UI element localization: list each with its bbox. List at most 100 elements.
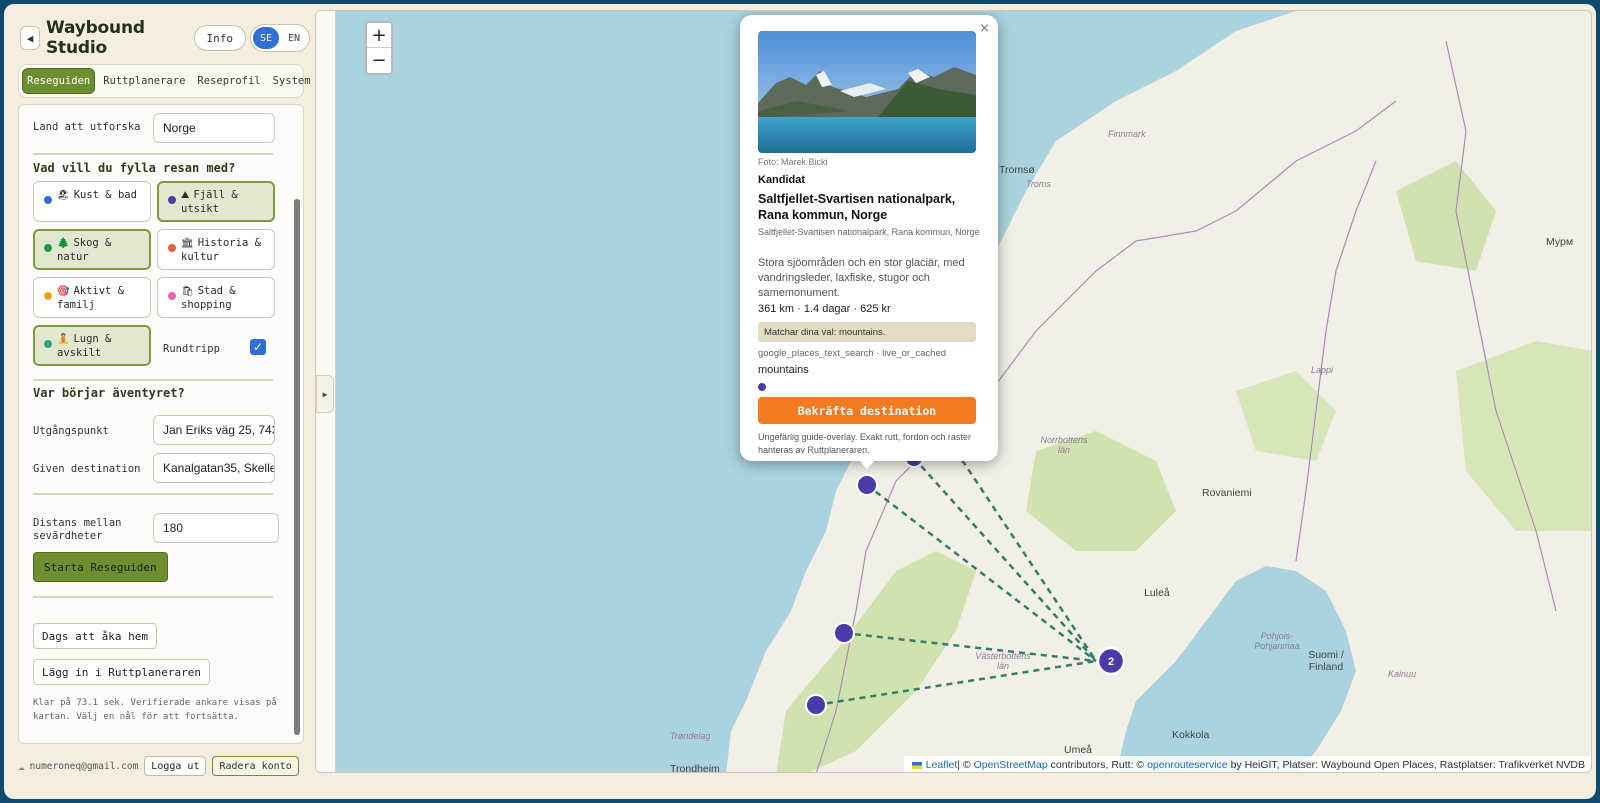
zoom-control: + − (365, 21, 393, 75)
sidebar: ◀ Waybound Studio Info SE EN Reseguiden … (14, 10, 318, 793)
zoom-out-button[interactable]: − (367, 48, 391, 73)
map-label-finnmark: Finnmark (1108, 129, 1146, 139)
interest-icon: 🧘 (57, 334, 70, 345)
country-input[interactable]: Norge (153, 113, 275, 143)
interest-chip[interactable]: 🧘 Lugn & avskilt (33, 325, 151, 366)
interest-chip[interactable]: 🛍 Stad & shopping (157, 277, 275, 318)
destination-popup: × Foto: Marek Bicki Kandidat Saltfjellet… (740, 15, 998, 469)
logout-button[interactable]: Logga ut (144, 756, 207, 776)
match-badge: Matchar dina val: mountains. (758, 322, 976, 342)
map-canvas[interactable]: 2 Finnmark Tromsø Troms Мурм Lappi Norrb… (336, 11, 1591, 773)
map-label-kokkola: Kokkola (1172, 729, 1210, 741)
tab-reseguiden[interactable]: Reseguiden (22, 68, 96, 94)
leaflet-link[interactable]: Leaflet (926, 759, 958, 771)
interest-chip[interactable]: 🏖 Kust & bad (33, 181, 151, 222)
map-label-tromso: Tromsø (999, 164, 1035, 176)
country-label: Land att utforska (33, 121, 141, 133)
map-label-lulea: Luleå (1144, 587, 1170, 599)
origin-row: Utgångspunkt (33, 425, 109, 437)
origin-input[interactable]: Jan Eriks väg 25, 743 (153, 415, 275, 445)
destination-photo (758, 31, 976, 153)
osm-link[interactable]: OpenStreetMap (974, 759, 1048, 771)
sidebar-header: ◀ Waybound Studio Info SE EN (14, 18, 310, 58)
lang-en-button[interactable]: EN (281, 27, 307, 49)
interest-icon: 🌲 (57, 238, 70, 249)
destination-description: Stora sjöområden och en stor glaciär, me… (758, 257, 965, 299)
start-guide-button[interactable]: Starta Reseguiden (33, 552, 168, 582)
interest-color-dot (168, 196, 176, 204)
tab-reseprofil[interactable]: Reseprofil (193, 68, 264, 94)
delete-account-button[interactable]: Radera konto (212, 756, 299, 776)
confirm-destination-button[interactable]: Bekräfta destination (758, 397, 976, 424)
interest-chip[interactable]: 🌲 Skog & natur (33, 229, 151, 270)
destination-input[interactable]: Kanalgatan35, Skellefteå (153, 453, 275, 483)
language-toggle: SE EN (250, 24, 310, 52)
destination-tag: mountains (758, 364, 809, 376)
interest-icon: 🏛 (181, 238, 194, 249)
map-label-rovaniemi: Rovaniemi (1202, 487, 1252, 499)
scrollbar-thumb[interactable] (294, 199, 300, 735)
data-source: google_places_text_search · live_or_cach… (758, 348, 947, 359)
map-marker-selected[interactable] (856, 474, 878, 496)
tab-system[interactable]: System (269, 68, 315, 94)
destination-row: Given destination (33, 463, 140, 475)
attribution-separator: | © (957, 759, 974, 771)
country-row: Land att utforska (33, 121, 140, 133)
interest-icon: 🛍 (181, 286, 194, 297)
roundtrip-label: Rundtripp (163, 343, 220, 355)
cluster-count: 2 (1108, 656, 1114, 668)
expand-panel-handle[interactable]: ▶ (316, 375, 334, 413)
interest-color-dot (44, 244, 52, 252)
interest-color-dot (44, 292, 52, 300)
map-label-trondelag: Trøndelag (670, 731, 711, 741)
distance-input[interactable]: 180 (153, 513, 279, 543)
map-label-trondheim: Trondheim (670, 763, 720, 773)
interest-label: Fjäll & utsikt (181, 189, 238, 215)
map-label-lappi: Lappi (1311, 365, 1334, 375)
interests-title: Vad vill du fylla resan med? (33, 161, 236, 175)
interest-color-dot (168, 292, 176, 300)
roundtrip-row: Rundtripp (163, 343, 220, 355)
zoom-in-button[interactable]: + (367, 23, 391, 48)
destination-label: Given destination (33, 463, 141, 475)
divider (33, 379, 273, 381)
attribution-text: by HeiGIT, Platser: Waybound Open Places… (1227, 759, 1585, 771)
interest-color-dot (168, 244, 176, 252)
divider (33, 153, 273, 155)
attribution-text: contributors, Rutt: © (1047, 759, 1148, 771)
start-title: Var börjar äventyret? (33, 386, 185, 400)
add-to-planner-button[interactable]: Lägg in i Ruttplaneraren (33, 659, 210, 685)
map-frame: ▶ 2 Finnmark Tromsø Troms Мурм Lappi Nor… (315, 10, 1592, 773)
interest-icon: 🏖 (57, 190, 70, 201)
interest-label: Kust & bad (73, 189, 137, 201)
account-bar: ☁ numeroneq@gmail.com Logga ut Radera ko… (18, 754, 308, 778)
map-marker[interactable] (805, 694, 827, 716)
interest-icon: 🎯 (57, 286, 70, 297)
interest-chip[interactable]: 🏛 Historia & kultur (157, 229, 275, 270)
photo-image (758, 31, 976, 153)
collapse-sidebar-button[interactable]: ◀ (20, 26, 41, 50)
tab-ruttplanerare[interactable]: Ruttplanerare (99, 68, 189, 94)
info-button[interactable]: Info (193, 25, 246, 51)
destination-address: Saltfjellet-Svartisen nationalpark, Rana… (758, 227, 980, 237)
divider (33, 596, 273, 598)
popup-close-button[interactable]: × (979, 21, 990, 36)
roundtrip-checkbox[interactable]: ✓ (250, 339, 266, 355)
app-window: ◀ Waybound Studio Info SE EN Reseguiden … (4, 4, 1596, 799)
interest-color-dot (44, 196, 52, 204)
ors-link[interactable]: openrouteservice (1147, 759, 1228, 771)
map-label-umea: Umeå (1064, 744, 1093, 756)
photo-credit: Foto: Marek Bicki (758, 157, 828, 167)
lang-se-button[interactable]: SE (253, 27, 279, 49)
app-title: Waybound Studio (46, 18, 145, 58)
interest-chip[interactable]: ⛰ Fjäll & utsikt (157, 181, 275, 222)
interest-chip[interactable]: 🎯 Aktivt & familj (33, 277, 151, 318)
map-label-norrbotten: Norrbottens län (1040, 435, 1088, 455)
go-home-button[interactable]: Dags att åka hem (33, 623, 157, 649)
interest-color-dot (44, 340, 52, 348)
map-marker[interactable] (833, 622, 855, 644)
popup-note: Ungefärlig guide-overlay. Exakt rutt, fo… (758, 432, 971, 455)
cloud-icon: ☁ (18, 759, 25, 773)
tag-color-dot (758, 383, 766, 391)
map-label-vasterbotten: Västerbottens län (975, 651, 1031, 671)
